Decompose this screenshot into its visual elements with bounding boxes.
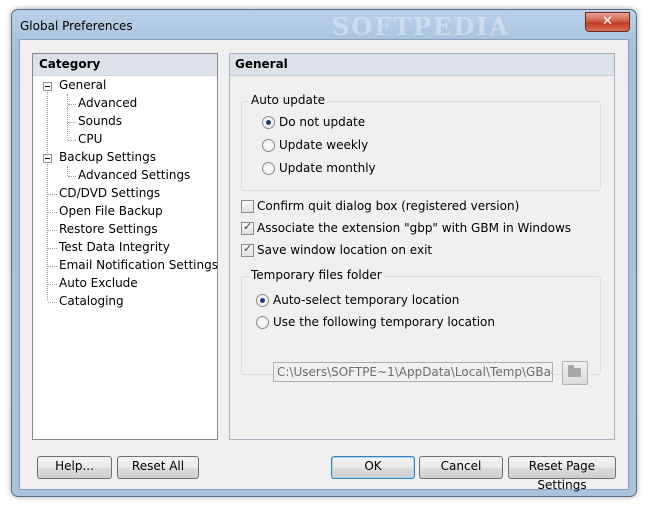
- temp-location-field[interactable]: C:\Users\SOFTPE~1\AppData\Local\Temp\GBa…: [273, 362, 553, 382]
- tree-item-label: Advanced: [78, 96, 138, 110]
- tree-connector: [67, 94, 68, 140]
- tree-item-label: CD/DVD Settings: [59, 186, 161, 200]
- tree-item-label: Cataloging: [59, 294, 124, 308]
- dialog-client-area: Category General Advanced Sounds CPU Bac…: [19, 39, 629, 492]
- reset-all-button[interactable]: Reset All: [117, 456, 199, 479]
- save-window-location-checkbox[interactable]: [241, 242, 254, 257]
- title-bar[interactable]: Global Preferences SOFTPEDIA ✕: [12, 10, 636, 41]
- confirm-quit-checkbox[interactable]: [241, 200, 254, 213]
- tree-item-email-notification-settings[interactable]: Email Notification Settings: [58, 256, 219, 274]
- close-button[interactable]: ✕: [585, 12, 630, 32]
- tree-item-general[interactable]: General: [58, 76, 107, 94]
- help-button[interactable]: Help...: [37, 456, 112, 479]
- temporary-files-group: Temporary files folder Auto-select tempo…: [241, 268, 601, 375]
- update-monthly-radio[interactable]: [262, 162, 275, 175]
- tree-item-label: Restore Settings: [59, 222, 158, 236]
- global-preferences-window: Global Preferences SOFTPEDIA ✕ Category: [11, 9, 637, 497]
- auto-select-temp-label: Auto-select temporary location: [273, 293, 460, 307]
- browse-folder-button[interactable]: [562, 361, 588, 385]
- tree-connector: [47, 85, 48, 301]
- tree-item-label: General: [59, 78, 107, 92]
- close-icon: ✕: [602, 14, 613, 29]
- tree-item-advanced[interactable]: Advanced: [77, 94, 138, 112]
- tree-item-label: CPU: [78, 132, 103, 146]
- tree-connector: [68, 140, 76, 141]
- update-monthly-label: Update monthly: [279, 161, 376, 175]
- tree-item-test-data-integrity[interactable]: Test Data Integrity: [58, 238, 171, 256]
- tree-item-restore-settings[interactable]: Restore Settings: [58, 220, 159, 238]
- softpedia-watermark: SOFTPEDIA: [332, 12, 511, 41]
- associate-extension-checkbox[interactable]: [241, 220, 254, 235]
- tree-connector: [48, 302, 57, 303]
- tree-item-label: Auto Exclude: [59, 276, 138, 290]
- tree-connector: [68, 176, 76, 177]
- save-window-location-label: Save window location on exit: [257, 243, 433, 257]
- tree-item-label: Backup Settings: [59, 150, 157, 164]
- category-header: Category: [33, 54, 217, 76]
- category-header-label: Category: [39, 57, 101, 71]
- tree-item-backup-settings[interactable]: Backup Settings: [58, 148, 157, 166]
- tree-item-auto-exclude[interactable]: Auto Exclude: [58, 274, 139, 292]
- tree-item-cpu[interactable]: CPU: [77, 130, 103, 148]
- tree-item-label: Open File Backup: [59, 204, 163, 218]
- ok-button[interactable]: OK: [331, 456, 415, 479]
- tree-connector: [48, 248, 57, 249]
- page-title: General: [235, 57, 288, 71]
- confirm-quit-label: Confirm quit dialog box (registered vers…: [257, 199, 520, 213]
- tree-item-label: Sounds: [78, 114, 123, 128]
- use-following-temp-label: Use the following temporary location: [273, 315, 495, 329]
- reset-page-settings-button[interactable]: Reset Page Settings: [508, 456, 616, 492]
- tree-item-cataloging[interactable]: Cataloging: [58, 292, 125, 310]
- update-weekly-label: Update weekly: [279, 138, 369, 152]
- tree-connector: [48, 194, 57, 195]
- tree-connector: [68, 122, 76, 123]
- tree-item-label: Test Data Integrity: [59, 240, 170, 254]
- collapse-backup-settings-icon[interactable]: [43, 154, 52, 163]
- auto-select-temp-radio[interactable]: [256, 294, 269, 307]
- general-settings-page: General Auto update Do not update Update…: [229, 53, 615, 440]
- associate-extension-label: Associate the extension "gbp" with GBM i…: [257, 221, 572, 235]
- use-following-temp-radio[interactable]: [256, 316, 269, 329]
- page-header: General: [230, 54, 614, 76]
- tree-item-label: Email Notification Settings: [59, 258, 218, 272]
- folder-icon: [568, 365, 581, 377]
- temporary-files-group-title: Temporary files folder: [249, 268, 384, 282]
- tree-connector: [48, 266, 57, 267]
- tree-item-label: Advanced Settings: [78, 168, 191, 182]
- do-not-update-label: Do not update: [279, 115, 366, 129]
- tree-item-cd-dvd-settings[interactable]: CD/DVD Settings: [58, 184, 161, 202]
- tree-item-open-file-backup[interactable]: Open File Backup: [58, 202, 164, 220]
- window-title: Global Preferences: [20, 19, 133, 33]
- auto-update-group: Auto update Do not update Update weekly …: [241, 93, 601, 191]
- category-panel: Category General Advanced Sounds CPU Bac…: [32, 53, 218, 440]
- do-not-update-radio[interactable]: [262, 116, 275, 129]
- tree-connector: [67, 166, 68, 176]
- collapse-general-icon[interactable]: [43, 82, 52, 91]
- auto-update-group-title: Auto update: [249, 93, 327, 107]
- update-weekly-radio[interactable]: [262, 139, 275, 152]
- tree-connector: [48, 284, 57, 285]
- tree-item-sounds[interactable]: Sounds: [77, 112, 123, 130]
- tree-connector: [68, 104, 76, 105]
- cancel-button[interactable]: Cancel: [419, 456, 503, 479]
- tree-item-advanced-settings[interactable]: Advanced Settings: [77, 166, 191, 184]
- tree-connector: [48, 230, 57, 231]
- tree-connector: [48, 212, 57, 213]
